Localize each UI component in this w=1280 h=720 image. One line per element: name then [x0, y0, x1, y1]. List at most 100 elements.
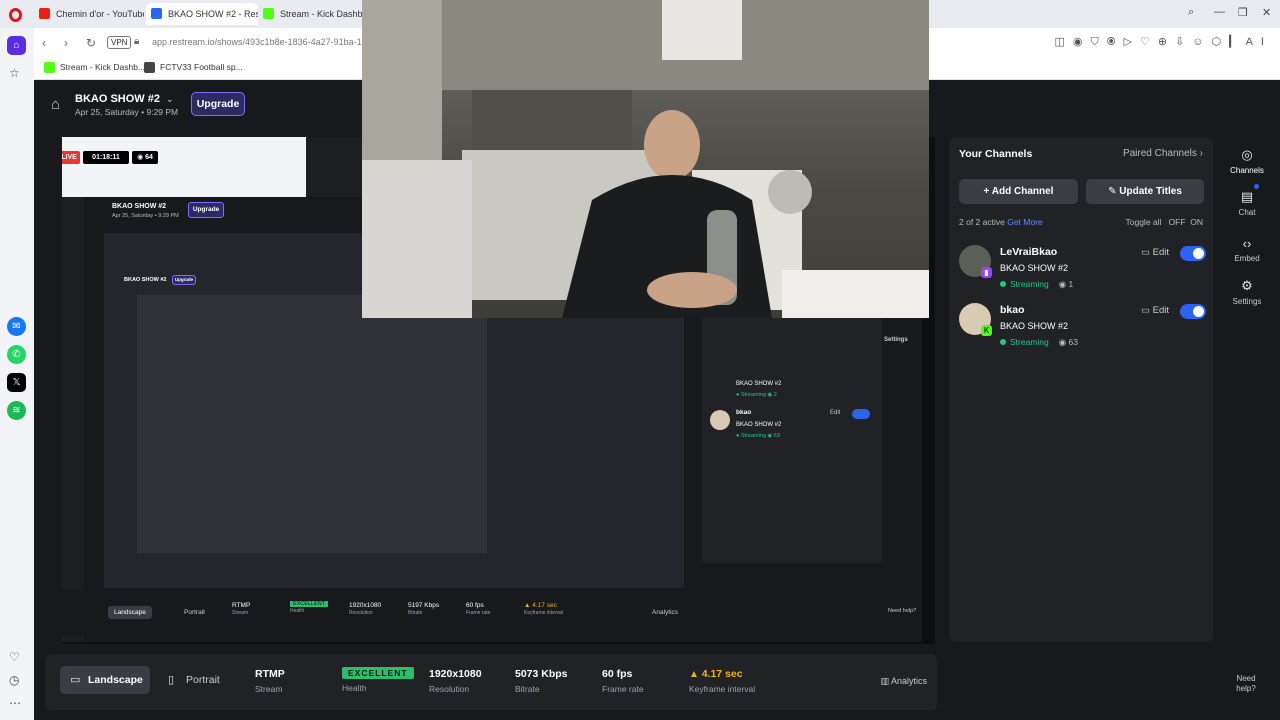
- search-icon[interactable]: ⌕: [1188, 6, 1194, 19]
- active-count-text: 2 of 2 active: [959, 217, 1005, 227]
- edit-button[interactable]: ▭ Edit: [1141, 247, 1169, 258]
- address-bar-icons[interactable]: ◫◉⛉⦿▷♡⊕⇩☺⬡▎AI: [1055, 35, 1273, 49]
- back-icon[interactable]: ‹: [42, 36, 46, 50]
- nested-portrait-button: Portrait: [184, 609, 205, 616]
- nested-status-text: Streaming: [740, 392, 766, 398]
- url-field[interactable]: app.restream.io/shows/493c1b8e-1836-4a27…: [152, 37, 367, 47]
- more-icon[interactable]: ⋯: [9, 696, 21, 710]
- nested-keyframe-value: 4.17 sec: [532, 602, 557, 609]
- stream-keyframe: ▲ 4.17 sec Keyframe interval: [689, 668, 755, 694]
- monitor-icon: ▭: [70, 674, 81, 686]
- nested-show-title-2: BKAO SHOW #2: [124, 277, 167, 283]
- landscape-button[interactable]: ▭ Landscape: [60, 666, 150, 694]
- fctv-icon: [144, 62, 155, 73]
- ai-label[interactable]: AI: [1246, 36, 1272, 48]
- portrait-button[interactable]: ▯ Portrait: [158, 666, 238, 694]
- heart-icon[interactable]: ♡: [9, 650, 20, 664]
- lock-icon[interactable]: 🔒︎: [134, 36, 139, 47]
- channel-toggle[interactable]: [1180, 304, 1206, 319]
- active-count: 2 of 2 active Get More: [959, 217, 1043, 227]
- history-icon[interactable]: ◷: [9, 673, 19, 687]
- channel-row: K bkao BKAO SHOW #2 Streaming ◉ 63 ▭ Edit: [959, 303, 1206, 355]
- rail-embed[interactable]: ‹› Embed: [1226, 236, 1268, 263]
- kick-icon: K: [981, 325, 992, 336]
- x-icon[interactable]: 𝕏: [7, 373, 26, 392]
- tab-kick[interactable]: Stream - Kick Dashboard: [258, 3, 364, 25]
- home-icon[interactable]: ⌂: [7, 36, 26, 55]
- channel-name: bkao: [1000, 304, 1025, 316]
- whatsapp-icon[interactable]: ✆: [7, 345, 26, 364]
- on-button[interactable]: ON: [1190, 217, 1203, 227]
- close-icon[interactable]: ✕: [1262, 6, 1271, 19]
- analytics-button[interactable]: ▥ Analytics: [880, 676, 927, 687]
- nested-channel-status: ● Streaming ◉ 63: [736, 433, 780, 439]
- channel-show: BKAO SHOW #2: [1000, 321, 1069, 331]
- need-help-button[interactable]: Need help?: [1230, 674, 1262, 706]
- get-more-link[interactable]: Get More: [1007, 217, 1042, 227]
- reload-icon[interactable]: ↻: [86, 36, 96, 50]
- rail-settings-label: Settings: [1232, 297, 1262, 306]
- nested-show-date: Apr 25, Saturday • 9:29 PM: [112, 213, 179, 219]
- stream-timer: 01:18:11: [83, 151, 129, 164]
- update-titles-button[interactable]: ✎ Update Titles: [1086, 179, 1204, 204]
- resolution-label: Resolution: [429, 684, 470, 694]
- status-dot: [1000, 281, 1006, 287]
- nested-toggle: [852, 409, 870, 419]
- nested-channel-show: BKAO SHOW #2: [736, 381, 782, 387]
- need-help-line-2: help?: [1236, 684, 1256, 693]
- home-icon[interactable]: ⌂: [51, 96, 60, 113]
- fps-label: Frame rate: [602, 684, 644, 694]
- webcam-image: [362, 0, 929, 318]
- status-dot: [1000, 339, 1006, 345]
- bitrate-label: Bitrate: [515, 684, 540, 694]
- spotify-icon[interactable]: ≋: [7, 401, 26, 420]
- rail-channels[interactable]: ◎ Channels: [1226, 147, 1268, 175]
- off-button[interactable]: OFF: [1169, 217, 1186, 227]
- toggle-all-label: Toggle all: [1125, 217, 1162, 227]
- add-channel-button[interactable]: + Add Channel: [959, 179, 1078, 204]
- live-badge: LIVE: [62, 151, 80, 164]
- rail-chat-label: Chat: [1238, 208, 1256, 217]
- show-title[interactable]: BKAO SHOW #2 ⌄: [75, 93, 174, 105]
- nested-show-title: BKAO SHOW #2: [112, 203, 167, 210]
- health-label: Health: [342, 683, 367, 693]
- channel-name: LeVraiBkao: [1000, 246, 1058, 258]
- minimize-icon[interactable]: —: [1214, 6, 1225, 18]
- tab-youtube[interactable]: Chemin d'or - YouTube: [34, 3, 144, 25]
- chevron-down-icon: ⌄: [165, 94, 174, 104]
- paired-channels-link[interactable]: Paired Channels ›: [1123, 148, 1203, 159]
- rail-settings[interactable]: ⚙ Settings: [1226, 278, 1268, 306]
- star-icon[interactable]: ☆: [9, 66, 20, 80]
- maximize-icon[interactable]: ❐: [1238, 6, 1248, 19]
- viewers-value: 63: [1068, 337, 1078, 347]
- warning-icon: ▲: [689, 669, 702, 680]
- nested-need-help: Need help?: [888, 608, 917, 614]
- nested-upgrade-button-2: Upgrade: [172, 275, 196, 285]
- rail-chat[interactable]: ▤ Chat: [1226, 189, 1268, 217]
- tab-restream[interactable]: BKAO SHOW #2 - Restream: [146, 3, 258, 25]
- bookmark-kick[interactable]: Stream - Kick Dashb...: [44, 62, 145, 73]
- tab-label: BKAO SHOW #2 - Restream: [168, 9, 258, 19]
- stream-health: EXCELLENT Health: [342, 667, 414, 693]
- bookmark-fctv[interactable]: FCTV33 Football sp...: [144, 62, 243, 73]
- nested-protocol-label: Stream: [232, 610, 249, 616]
- forward-icon[interactable]: ›: [64, 36, 68, 50]
- chat-icon: ▤: [1240, 189, 1254, 204]
- edit-button[interactable]: ▭ Edit: [1141, 305, 1169, 316]
- rail-embed-label: Embed: [1234, 254, 1260, 263]
- channel-status: Streaming ◉ 63: [1000, 337, 1078, 348]
- nested-channel-status: ● Streaming ◉ 2: [736, 392, 777, 398]
- update-titles-label: Update Titles: [1119, 186, 1182, 197]
- opera-logo-icon[interactable]: [9, 8, 22, 22]
- webcam-overlay: [362, 0, 929, 318]
- nested-resolution: 1920x1080 Resolution: [349, 602, 381, 616]
- vpn-badge[interactable]: VPN: [107, 36, 132, 49]
- nested-preview-bar: Landscape Portrait RTMP Stream EXCELLENT H…: [62, 590, 920, 636]
- nested-upgrade-button: Upgrade: [188, 202, 224, 218]
- channel-toggle[interactable]: [1180, 246, 1206, 261]
- upgrade-button[interactable]: Upgrade: [191, 92, 245, 116]
- viewer-count-value: 64: [145, 154, 153, 161]
- messenger-icon[interactable]: ✉: [7, 317, 26, 336]
- toggle-all[interactable]: Toggle all OFF ON: [1126, 217, 1204, 227]
- kick-icon: [263, 8, 274, 19]
